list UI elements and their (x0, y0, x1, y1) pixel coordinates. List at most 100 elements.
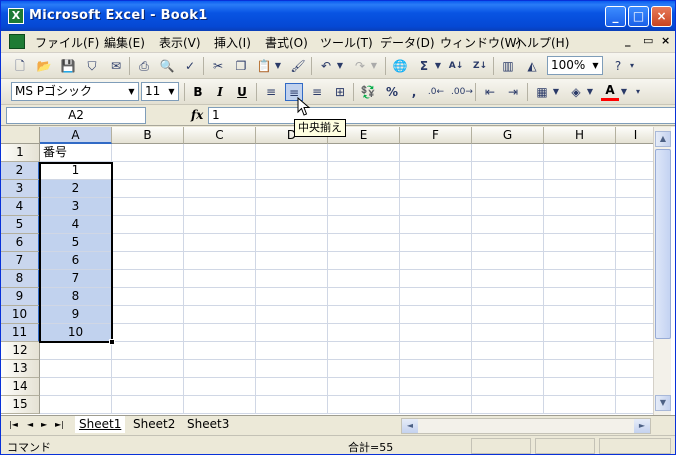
scroll-left-icon[interactable]: ◄ (402, 419, 418, 433)
cell-i6[interactable] (616, 234, 656, 252)
column-header-a[interactable]: A (40, 127, 112, 144)
cell-i5[interactable] (616, 216, 656, 234)
cell-f8[interactable] (400, 270, 472, 288)
cell-a6[interactable]: 5 (40, 234, 112, 252)
spelling-icon[interactable]: ✓ (181, 57, 199, 75)
cell-f9[interactable] (400, 288, 472, 306)
cell-b5[interactable] (112, 216, 184, 234)
cell-f5[interactable] (400, 216, 472, 234)
cell-b4[interactable] (112, 198, 184, 216)
sheet-tab-sheet2[interactable]: Sheet2 (129, 416, 179, 433)
increase-decimal-icon[interactable]: .0← (427, 83, 445, 101)
fill-color-dropdown-icon[interactable]: ▼ (585, 83, 595, 101)
cell-c4[interactable] (184, 198, 256, 216)
cell-b6[interactable] (112, 234, 184, 252)
help-icon[interactable]: ? (609, 57, 627, 75)
borders-icon[interactable]: ▦ (533, 83, 551, 101)
cell-i13[interactable] (616, 360, 656, 378)
align-left-icon[interactable]: ≡ (262, 83, 280, 101)
menu-view[interactable]: 表示(V) (159, 34, 201, 51)
row-header-11[interactable]: 11 (1, 324, 40, 342)
select-all-corner[interactable] (1, 127, 40, 144)
cell-d8[interactable] (256, 270, 328, 288)
cell-h4[interactable] (544, 198, 616, 216)
cell-g3[interactable] (472, 180, 544, 198)
vertical-scrollbar[interactable]: ▲ ▼ (653, 127, 671, 415)
cell-e12[interactable] (328, 342, 400, 360)
cell-d13[interactable] (256, 360, 328, 378)
cell-d2[interactable] (256, 162, 328, 180)
cell-i1[interactable] (616, 144, 656, 162)
cell-i7[interactable] (616, 252, 656, 270)
cell-i2[interactable] (616, 162, 656, 180)
cell-d15[interactable] (256, 396, 328, 414)
permission-icon[interactable]: ⛉ (83, 57, 101, 75)
cell-i15[interactable] (616, 396, 656, 414)
borders-dropdown-icon[interactable]: ▼ (551, 83, 561, 101)
cell-c2[interactable] (184, 162, 256, 180)
cell-i4[interactable] (616, 198, 656, 216)
cell-h6[interactable] (544, 234, 616, 252)
cell-e13[interactable] (328, 360, 400, 378)
cell-a8[interactable]: 7 (40, 270, 112, 288)
cell-c6[interactable] (184, 234, 256, 252)
menu-file[interactable]: ファイル(F) (35, 34, 99, 51)
sort-ascending-icon[interactable]: A↓ (447, 57, 465, 75)
cell-d4[interactable] (256, 198, 328, 216)
redo-dropdown-icon[interactable]: ▼ (369, 57, 379, 75)
column-header-g[interactable]: G (472, 127, 544, 144)
first-sheet-icon[interactable]: |◄ (9, 420, 18, 429)
cell-f10[interactable] (400, 306, 472, 324)
cell-d11[interactable] (256, 324, 328, 342)
cell-e6[interactable] (328, 234, 400, 252)
cell-a14[interactable] (40, 378, 112, 396)
open-icon[interactable]: 📂 (35, 57, 53, 75)
row-header-10[interactable]: 10 (1, 306, 40, 324)
cut-icon[interactable]: ✂ (209, 57, 227, 75)
column-header-b[interactable]: B (112, 127, 184, 144)
cell-i12[interactable] (616, 342, 656, 360)
cell-g9[interactable] (472, 288, 544, 306)
format-painter-icon[interactable]: 🖌 (289, 57, 307, 75)
row-header-7[interactable]: 7 (1, 252, 40, 270)
worksheet-grid[interactable]: A B C D E F G H I 1 番号 2 1 3 2 4 3 5 4 6 5 7 6 8 7 9 8 10 9 11 10 12 13 1… (1, 127, 675, 415)
scroll-down-icon[interactable]: ▼ (655, 395, 671, 411)
cell-g5[interactable] (472, 216, 544, 234)
font-color-icon[interactable]: A (601, 83, 619, 101)
column-header-i[interactable]: I (616, 127, 656, 144)
menu-format[interactable]: 書式(O) (265, 34, 308, 51)
menu-window[interactable]: ウィンドウ(W) (440, 34, 521, 51)
cell-a7[interactable]: 6 (40, 252, 112, 270)
sheet-tab-sheet1[interactable]: Sheet1 (75, 416, 126, 433)
cell-a5[interactable]: 4 (40, 216, 112, 234)
cell-d5[interactable] (256, 216, 328, 234)
cell-g14[interactable] (472, 378, 544, 396)
cell-c7[interactable] (184, 252, 256, 270)
column-header-c[interactable]: C (184, 127, 256, 144)
cell-f6[interactable] (400, 234, 472, 252)
paste-icon[interactable]: 📋 (255, 57, 273, 75)
print-icon[interactable]: ⎙ (135, 57, 153, 75)
sheet-tab-sheet3[interactable]: Sheet3 (183, 416, 233, 433)
menu-tools[interactable]: ツール(T) (320, 34, 373, 51)
cell-h14[interactable] (544, 378, 616, 396)
cell-c12[interactable] (184, 342, 256, 360)
cell-i8[interactable] (616, 270, 656, 288)
currency-icon[interactable]: 💱 (359, 83, 377, 101)
row-header-3[interactable]: 3 (1, 180, 40, 198)
zoom-combo[interactable]: 100% ▼ (547, 56, 603, 75)
title-bar[interactable]: X Microsoft Excel - Book1 _ □ × (1, 1, 675, 31)
cell-d9[interactable] (256, 288, 328, 306)
bold-button[interactable]: B (189, 83, 207, 101)
hyperlink-icon[interactable]: 🌐 (391, 57, 409, 75)
doc-close-button[interactable]: × (661, 34, 670, 47)
chart-wizard-icon[interactable]: ▥ (499, 57, 517, 75)
cell-i9[interactable] (616, 288, 656, 306)
cell-b15[interactable] (112, 396, 184, 414)
scroll-right-icon[interactable]: ► (634, 419, 650, 433)
cell-h5[interactable] (544, 216, 616, 234)
cell-b12[interactable] (112, 342, 184, 360)
cell-f12[interactable] (400, 342, 472, 360)
cell-d7[interactable] (256, 252, 328, 270)
close-button[interactable]: × (651, 6, 672, 27)
